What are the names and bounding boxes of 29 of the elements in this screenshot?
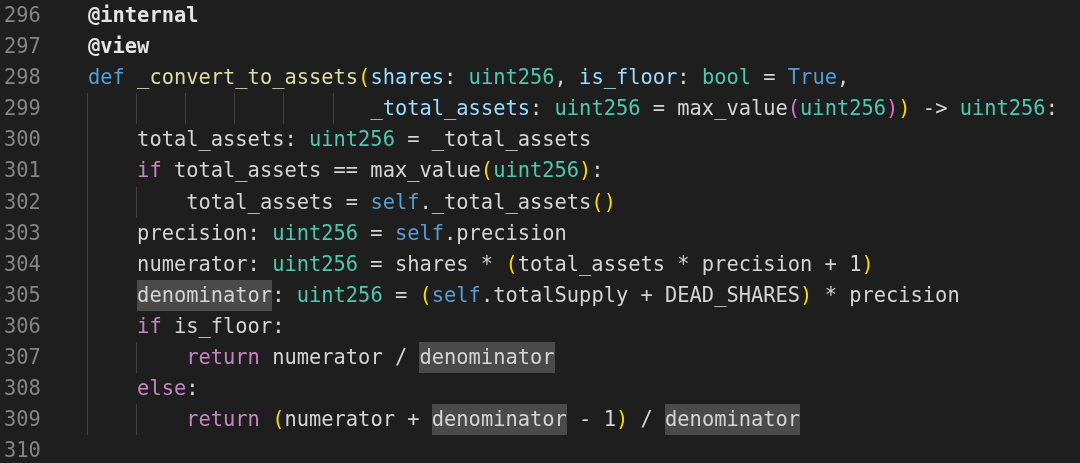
line-number: 309 <box>3 406 42 434</box>
line-number: 305 <box>3 281 42 309</box>
line-number: 302 <box>3 188 42 216</box>
line-number: 306 <box>3 312 42 340</box>
line-number: 304 <box>3 250 42 278</box>
line-number: 301 <box>3 157 42 185</box>
code-line: if total_assets == max_value(uint256): <box>88 155 604 187</box>
code-line: _total_assets: uint256 = max_value(uint256)) -> uint256: <box>88 93 1058 125</box>
line-number: 298 <box>3 64 42 92</box>
code-line: if is_floor: <box>88 310 285 343</box>
code-line: else: <box>88 373 199 405</box>
code-line: total_assets = self._total_assets() <box>88 186 616 218</box>
code-line: return numerator / denominator <box>88 342 555 374</box>
code-line: precision: uint256 = self.precision <box>88 217 567 249</box>
line-number: 308 <box>3 375 42 403</box>
code-line: @internal <box>88 2 199 29</box>
line-number: 303 <box>3 219 42 247</box>
code-line: total_assets: uint256 = _total_assets <box>88 124 592 156</box>
code-line: numerator: uint256 = shares * (total_assets * precision + 1) <box>88 248 874 280</box>
code-line: denominator: uint256 = (self.totalSupply + DEAD_SHARES) * precision <box>88 279 960 311</box>
line-number: 296 <box>3 2 42 29</box>
line-number: 300 <box>3 126 42 154</box>
code-line: @view <box>88 33 150 61</box>
line-number: 297 <box>3 33 42 61</box>
line-number: 307 <box>3 344 42 372</box>
line-number: 310 <box>3 437 42 463</box>
code-line: def _convert_to_assets(shares: uint256, is_floor: bool = True, <box>88 64 850 92</box>
line-number: 299 <box>3 95 42 123</box>
code-line: return (numerator + denominator - 1) / denominator <box>88 404 801 436</box>
